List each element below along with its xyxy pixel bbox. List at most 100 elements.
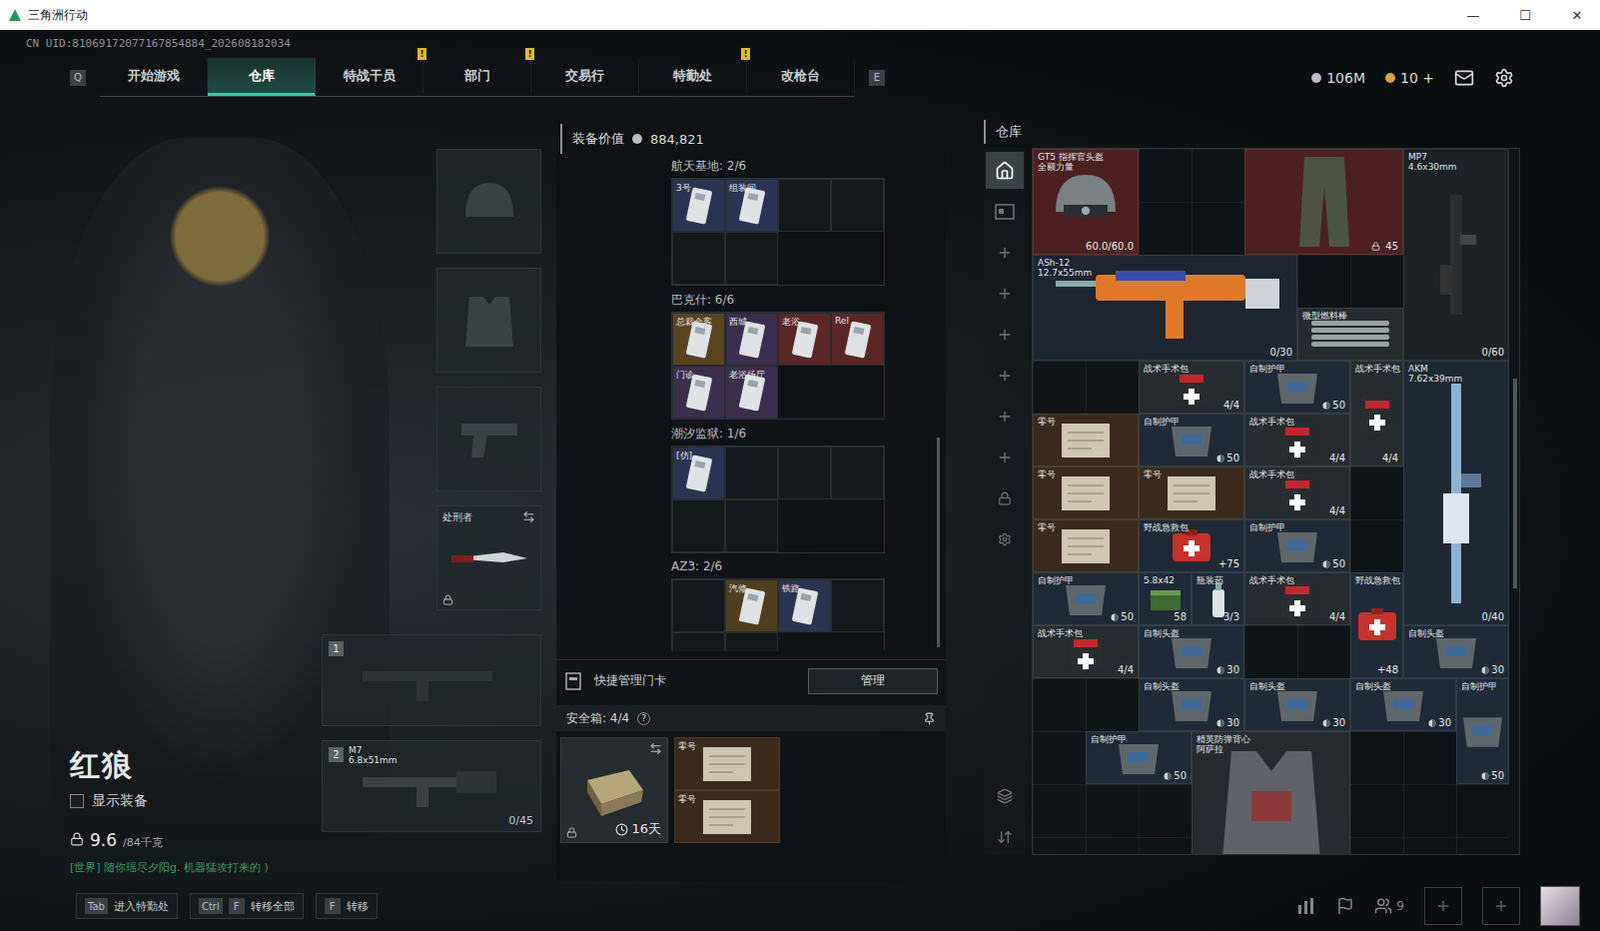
ticket-balance[interactable]: 10 + <box>1385 69 1435 86</box>
scrollbar[interactable] <box>1513 378 1518 589</box>
key-card-slot[interactable]: 门诊 <box>672 365 726 419</box>
warehouse-tool[interactable] <box>985 777 1024 814</box>
key-card-slot[interactable] <box>725 231 779 285</box>
inventory-item[interactable]: 自制护甲50 <box>1138 413 1245 467</box>
manage-button[interactable]: 管理 <box>807 668 938 695</box>
inventory-item[interactable]: 自制护甲50 <box>1032 572 1139 626</box>
warehouse-tab[interactable] <box>985 438 1024 476</box>
inventory-item[interactable]: AKM7.62x39mm0/40 <box>1403 360 1510 626</box>
key-card-slot[interactable]: 3号 <box>672 178 726 232</box>
window-control[interactable]: — <box>1450 7 1497 23</box>
swap-icon[interactable] <box>522 510 536 524</box>
inventory-item[interactable]: 45 <box>1244 148 1404 255</box>
inventory-item[interactable]: 战术手术包4/4 <box>1350 360 1404 467</box>
inventory-item[interactable]: 自制护甲50 <box>1456 678 1510 785</box>
inventory-item[interactable]: 野战急救包+48 <box>1350 572 1404 679</box>
inventory-item[interactable]: 零号 <box>1138 466 1245 520</box>
key-card-slot[interactable] <box>778 446 831 500</box>
warehouse-tool[interactable] <box>985 817 1024 855</box>
inventory-item[interactable]: 自制护甲50 <box>1085 731 1192 785</box>
shortcut-hint[interactable]: Tab进入特勤处 <box>75 892 178 919</box>
pistol-slot[interactable] <box>436 386 542 492</box>
safe-item[interactable]: 零号 <box>674 790 781 843</box>
key-card-slot[interactable]: 组装间 <box>725 178 779 232</box>
stats-icon[interactable] <box>1296 896 1317 915</box>
inventory-item[interactable]: 战术手术包4/4 <box>1138 360 1245 414</box>
inventory-item[interactable]: 战术手术包4/4 <box>1032 625 1139 679</box>
key-card-slot[interactable]: 西城 <box>725 312 779 366</box>
inventory-item[interactable]: 零号 <box>1032 466 1139 520</box>
flag-icon[interactable] <box>1336 896 1355 915</box>
warehouse-tab[interactable] <box>985 356 1024 394</box>
inventory-item[interactable]: 精英防弹背心阿萨拉 <box>1191 731 1351 855</box>
inventory-item[interactable]: 5.8x4258 <box>1138 572 1192 626</box>
inventory-item[interactable]: 自制头盔30 <box>1138 625 1245 679</box>
inventory-item[interactable]: 战术手术包4/4 <box>1244 413 1351 467</box>
key-card-slot[interactable]: Rel <box>830 312 884 366</box>
key-card-slot[interactable] <box>725 499 779 553</box>
inventory-item[interactable]: 零号 <box>1032 519 1139 573</box>
warehouse-tab[interactable] <box>985 274 1024 312</box>
key-card-slot[interactable]: 汽修 <box>725 579 779 633</box>
nav-tab[interactable]: 特勤处! <box>639 57 748 96</box>
swap-icon[interactable] <box>649 742 663 756</box>
key-card-slot[interactable]: [仿] <box>672 446 726 500</box>
inventory-item[interactable]: 零号 <box>1032 413 1139 467</box>
inventory-item[interactable]: 自制头盔30 <box>1138 678 1245 732</box>
warehouse-tab[interactable] <box>985 233 1024 271</box>
key-card-slot[interactable] <box>830 178 884 232</box>
inventory-item[interactable]: 自制头盔30 <box>1403 625 1510 679</box>
inventory-item[interactable]: GT5 指挥官头盔全额力量60.0/60.0 <box>1032 148 1139 255</box>
player-avatar[interactable] <box>1540 885 1581 926</box>
warehouse-tab[interactable] <box>985 397 1024 435</box>
key-card-slot[interactable]: 老浴 <box>778 312 831 366</box>
key-card-slot[interactable] <box>725 632 779 652</box>
key-card-slot[interactable] <box>830 579 884 633</box>
helmet-slot[interactable] <box>436 148 542 254</box>
inventory-item[interactable]: MP74.6x30mm0/60 <box>1403 148 1510 361</box>
key-card-slot[interactable] <box>672 632 726 652</box>
inventory-item[interactable]: ASh-1212.7x55mm0/30 <box>1032 254 1298 361</box>
inventory-item[interactable]: 自制头盔30 <box>1350 678 1457 732</box>
weapon-slot[interactable]: 1 <box>321 634 542 727</box>
friends-count[interactable]: 9 <box>1374 896 1405 915</box>
nav-tab[interactable]: 开始游戏 <box>99 57 208 96</box>
weapon-slot[interactable]: 2M76.8x51mm0/45 <box>321 740 542 832</box>
add-slot[interactable] <box>1424 886 1463 925</box>
shortcut-hint[interactable]: F转移 <box>315 892 378 919</box>
inventory-item[interactable]: 战术手术包4/4 <box>1244 572 1351 626</box>
key-card-slot[interactable] <box>725 446 779 500</box>
nav-tab[interactable]: 改枪台 <box>747 57 855 96</box>
safe-box[interactable]: 16天 <box>560 737 669 843</box>
scrollbar[interactable] <box>936 437 940 648</box>
inventory-item[interactable]: 瓶装药3/3 <box>1191 572 1245 626</box>
inventory-item[interactable]: 自制护甲50 <box>1244 360 1351 414</box>
nav-tab[interactable]: 仓库 <box>207 57 316 96</box>
warehouse-tab[interactable] <box>985 192 1024 230</box>
key-card-slot[interactable]: 总裁会客 <box>672 312 726 366</box>
knife-slot[interactable]: 处刑者 <box>436 505 542 611</box>
inventory-item[interactable]: 自制护甲50 <box>1244 519 1351 573</box>
warehouse-tab[interactable] <box>985 315 1024 353</box>
inventory-item[interactable]: 战术手术包4/4 <box>1244 466 1351 520</box>
mail-icon[interactable] <box>1454 67 1475 88</box>
show-gear-toggle[interactable]: 显示装备 <box>69 792 269 810</box>
key-card-slot[interactable] <box>672 231 726 285</box>
pin-icon[interactable] <box>922 712 936 726</box>
window-control[interactable]: ☐ <box>1502 7 1549 23</box>
checkbox[interactable] <box>69 794 84 808</box>
warehouse-tab[interactable] <box>985 520 1024 558</box>
safe-item[interactable]: 零号 <box>674 737 781 791</box>
warehouse-tab[interactable] <box>985 151 1024 189</box>
key-card-slot[interactable] <box>672 579 726 633</box>
nav-tab[interactable]: 交易行 <box>531 57 640 96</box>
help-icon[interactable]: ? <box>637 712 651 726</box>
inventory-item[interactable]: 微型燃料棒 <box>1297 307 1404 361</box>
key-card-slot[interactable] <box>830 446 884 500</box>
gear-icon[interactable] <box>1494 67 1515 88</box>
shortcut-hint[interactable]: CtrlF转移全部 <box>189 892 304 919</box>
add-slot[interactable] <box>1482 886 1521 925</box>
nav-tab[interactable]: 部门! <box>423 57 532 96</box>
key-card-slot[interactable] <box>672 499 726 553</box>
key-card-slot[interactable]: 铁路 <box>778 579 831 633</box>
